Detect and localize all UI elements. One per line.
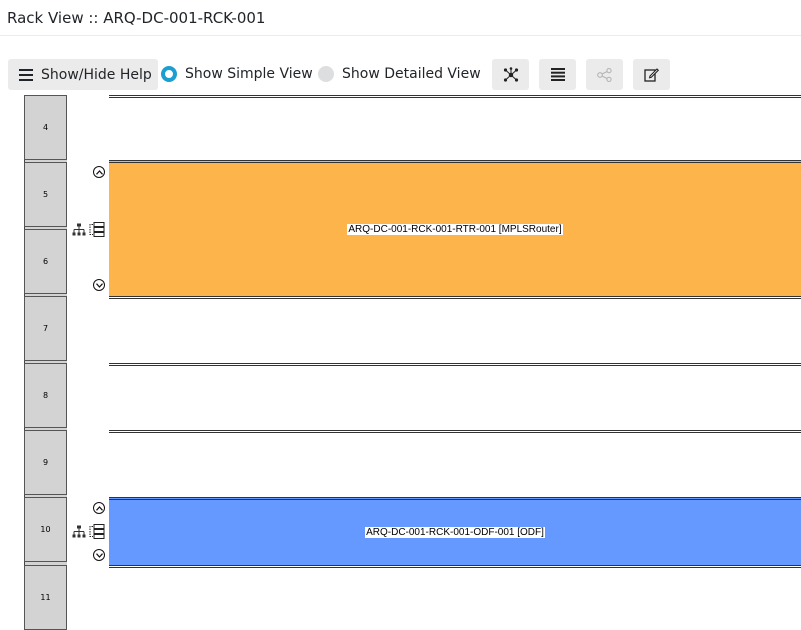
unit-number: 7 bbox=[42, 324, 49, 333]
unit-number: 6 bbox=[42, 257, 49, 266]
simple-view-label: Show Simple View bbox=[185, 66, 313, 82]
share-icon bbox=[597, 67, 612, 82]
device-label: ARQ-DC-001-RCK-001-ODF-001 [ODF] bbox=[365, 527, 545, 538]
edit-icon bbox=[644, 68, 659, 82]
device-details-icon[interactable] bbox=[89, 524, 105, 539]
list-button[interactable] bbox=[539, 59, 576, 90]
unit-number: 8 bbox=[42, 391, 49, 400]
rack-diagram: 4 5 6 7 8 9 10 11 ARQ-DC-001-RCK-001-RTR… bbox=[0, 95, 801, 630]
topology-button[interactable] bbox=[492, 59, 529, 90]
title-divider bbox=[0, 35, 801, 36]
show-hide-help-label: Show/Hide Help bbox=[41, 66, 152, 83]
list-icon bbox=[550, 68, 565, 81]
radio-unselected-icon[interactable] bbox=[318, 66, 334, 82]
rack-unit-10: 10 bbox=[24, 497, 67, 562]
move-up-button[interactable] bbox=[93, 166, 105, 178]
menu-icon bbox=[19, 68, 33, 81]
detailed-view-radio[interactable]: Show Detailed View bbox=[318, 66, 481, 82]
device-details-icon[interactable] bbox=[89, 222, 105, 237]
rack-unit-5: 5 bbox=[24, 162, 67, 227]
device-router[interactable]: ARQ-DC-001-RCK-001-RTR-001 [MPLSRouter] bbox=[109, 160, 801, 297]
unit-number: 4 bbox=[42, 123, 49, 132]
unit-number: 11 bbox=[40, 593, 51, 602]
hierarchy-icon[interactable] bbox=[72, 223, 86, 237]
edit-button[interactable] bbox=[633, 59, 670, 90]
device-label: ARQ-DC-001-RCK-001-RTR-001 [MPLSRouter] bbox=[347, 224, 563, 235]
chevron-up-icon bbox=[95, 505, 103, 511]
show-hide-help-button[interactable]: Show/Hide Help bbox=[8, 59, 158, 90]
chevron-down-icon bbox=[95, 282, 103, 288]
unit-number: 5 bbox=[42, 190, 49, 199]
simple-view-radio[interactable]: Show Simple View bbox=[161, 66, 313, 82]
detailed-view-label: Show Detailed View bbox=[342, 66, 481, 82]
chevron-up-icon bbox=[95, 169, 103, 175]
share-button[interactable] bbox=[586, 59, 623, 90]
page-title: Rack View :: ARQ-DC-001-RCK-001 bbox=[7, 9, 266, 27]
topology-icon bbox=[503, 66, 518, 82]
radio-selected-icon[interactable] bbox=[161, 66, 177, 82]
chevron-down-icon bbox=[95, 552, 103, 558]
move-down-button[interactable] bbox=[93, 279, 105, 291]
move-down-button[interactable] bbox=[93, 549, 105, 561]
rack-unit-7: 7 bbox=[24, 296, 67, 361]
empty-slot-9[interactable] bbox=[109, 430, 801, 497]
move-up-button[interactable] bbox=[93, 502, 105, 514]
hierarchy-icon[interactable] bbox=[72, 525, 86, 539]
unit-number: 10 bbox=[40, 525, 51, 534]
unit-number: 9 bbox=[42, 458, 49, 467]
device-odf[interactable]: ARQ-DC-001-RCK-001-ODF-001 [ODF] bbox=[109, 497, 801, 566]
rack-unit-9: 9 bbox=[24, 430, 67, 495]
rack-unit-8: 8 bbox=[24, 363, 67, 428]
empty-slot-11[interactable] bbox=[109, 565, 801, 630]
empty-slot-7[interactable] bbox=[109, 296, 801, 364]
rack-unit-6: 6 bbox=[24, 229, 67, 294]
empty-slot-8[interactable] bbox=[109, 363, 801, 431]
empty-slot-4[interactable] bbox=[109, 95, 801, 160]
rack-unit-4: 4 bbox=[24, 95, 67, 160]
rack-unit-11: 11 bbox=[24, 565, 67, 630]
